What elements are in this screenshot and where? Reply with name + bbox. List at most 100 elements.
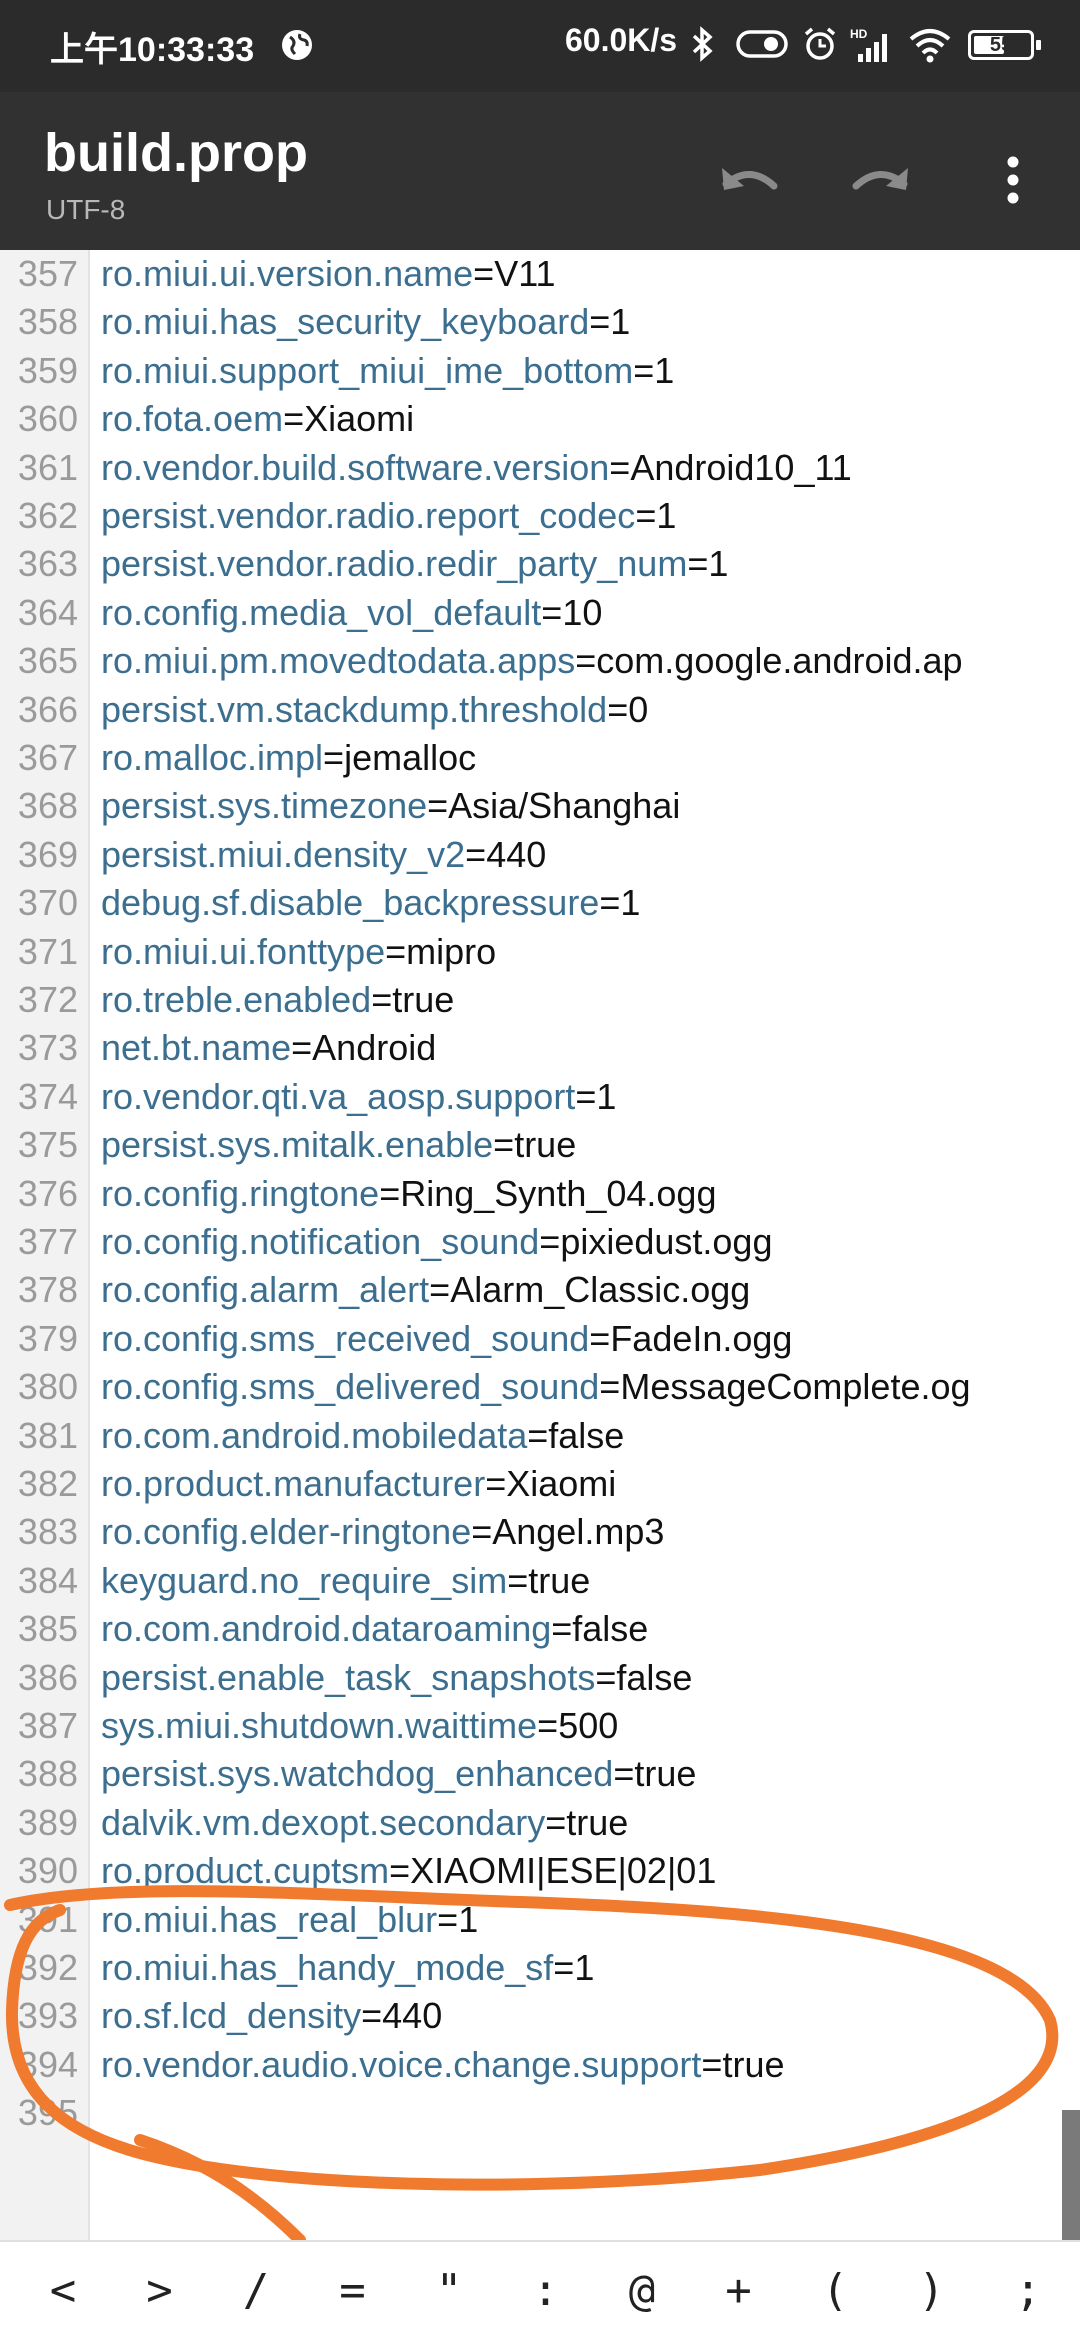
symbol-key[interactable]: ) [883, 2256, 981, 2326]
property-key: ro.miui.support_miui_ime_bottom [101, 349, 634, 391]
line-content[interactable]: ro.miui.pm.movedtodata.apps=com.google.a… [101, 637, 963, 685]
line-content[interactable]: ro.product.manufacturer=Xiaomi [101, 1460, 616, 1508]
code-line[interactable]: 387 sys.miui.shutdown.waittime=500 [0, 1702, 1080, 1750]
line-number: 387 [17, 1705, 78, 1746]
equals-sign: = [471, 1511, 493, 1553]
code-line[interactable]: 385 ro.com.android.dataroaming=false [0, 1605, 1080, 1653]
code-line[interactable]: 364 ro.config.media_vol_default=10 [0, 589, 1080, 637]
symbol-key[interactable]: + [690, 2256, 788, 2326]
line-content[interactable]: persist.vendor.radio.redir_party_num=1 [101, 540, 728, 588]
symbol-key[interactable]: @ [593, 2256, 691, 2326]
line-content[interactable]: ro.miui.ui.fonttype=mipro [101, 928, 496, 976]
property-key: ro.config.notification_sound [101, 1221, 540, 1262]
symbol-key[interactable]: " [400, 2256, 498, 2326]
line-content[interactable]: net.bt.name=Android [101, 1024, 436, 1072]
line-content[interactable]: ro.miui.ui.version.name=V11 [101, 250, 556, 298]
code-line[interactable]: 360 ro.fota.oem=Xiaomi [0, 395, 1080, 443]
property-value: 440 [486, 833, 547, 875]
code-line[interactable]: 384 keyguard.no_require_sim=true [0, 1557, 1080, 1605]
code-line[interactable]: 383 ro.config.elder-ringtone=Angel.mp3 [0, 1508, 1080, 1556]
hand-drawn-annotation [4, 1885, 1059, 2240]
code-line[interactable]: 381 ro.com.android.mobiledata=false [0, 1412, 1080, 1460]
code-line[interactable]: 372 ro.treble.enabled=true [0, 976, 1080, 1024]
line-content[interactable]: ro.vendor.build.software.version=Android… [101, 444, 852, 492]
symbol-key[interactable]: / [207, 2256, 305, 2326]
line-content[interactable]: ro.com.android.mobiledata=false [101, 1412, 624, 1460]
code-line[interactable]: 388 persist.sys.watchdog_enhanced=true [0, 1750, 1080, 1798]
line-content[interactable]: ro.config.alarm_alert=Alarm_Classic.ogg [101, 1266, 750, 1314]
alarm-icon [802, 26, 838, 66]
equals-sign: = [551, 1608, 573, 1650]
line-content[interactable]: ro.config.sms_delivered_sound=MessageCom… [101, 1363, 971, 1411]
property-value: Xiaomi [304, 398, 415, 440]
code-line[interactable]: 376 ro.config.ringtone=Ring_Synth_04.ogg [0, 1170, 1080, 1218]
redo-icon [848, 160, 912, 204]
code-line[interactable]: 357 ro.miui.ui.version.name=V11 [0, 250, 1080, 298]
symbol-key[interactable]: < [14, 2256, 112, 2326]
undo-icon [718, 160, 782, 204]
line-content[interactable]: ro.miui.support_miui_ime_bottom=1 [101, 347, 674, 395]
code-line[interactable]: 369 persist.miui.density_v2=440 [0, 831, 1080, 879]
line-content[interactable]: persist.sys.watchdog_enhanced=true [101, 1750, 696, 1798]
code-line[interactable]: 377 ro.config.notification_sound=pixiedus… [0, 1218, 1080, 1266]
line-content[interactable]: ro.malloc.impl=jemalloc [101, 734, 476, 782]
line-content[interactable]: persist.miui.density_v2=440 [101, 831, 546, 879]
code-line[interactable]: 375 persist.sys.mitalk.enable=true [0, 1121, 1080, 1169]
file-title: build.prop [44, 123, 308, 183]
line-content[interactable]: persist.vendor.radio.report_codec=1 [101, 492, 676, 540]
line-content[interactable]: ro.config.sms_received_sound=FadeIn.ogg [101, 1315, 792, 1363]
line-content[interactable]: ro.miui.has_security_keyboard=1 [101, 298, 630, 346]
code-line[interactable]: 362 persist.vendor.radio.report_codec=1 [0, 492, 1080, 540]
code-line[interactable]: 379 ro.config.sms_received_sound=FadeIn.o… [0, 1315, 1080, 1363]
symbol-key[interactable]: = [304, 2256, 402, 2326]
line-content[interactable]: persist.enable_task_snapshots=false [101, 1654, 692, 1702]
network-speed: 60.0K/s [565, 22, 678, 58]
code-line[interactable]: 370 debug.sf.disable_backpressure=1 [0, 879, 1080, 927]
undo-button[interactable] [710, 142, 790, 222]
code-line[interactable]: 361 ro.vendor.build.software.version=Andr… [0, 444, 1080, 492]
code-line[interactable]: 378 ro.config.alarm_alert=Alarm_Classic.o… [0, 1266, 1080, 1314]
property-value: Angel.mp3 [492, 1511, 665, 1553]
line-content[interactable]: ro.com.android.dataroaming=false [101, 1605, 648, 1653]
line-content[interactable]: ro.config.ringtone=Ring_Synth_04.ogg [101, 1170, 716, 1218]
symbol-key[interactable]: ( [786, 2256, 884, 2326]
symbol-key[interactable]: > [111, 2256, 209, 2326]
code-line[interactable]: 359 ro.miui.support_miui_ime_bottom=1 [0, 347, 1080, 395]
code-line[interactable]: 358 ro.miui.has_security_keyboard=1 [0, 298, 1080, 346]
property-value: 1 [708, 543, 729, 585]
code-line[interactable]: 363 persist.vendor.radio.redir_party_num=… [0, 540, 1080, 588]
line-content[interactable]: ro.config.elder-ringtone=Angel.mp3 [101, 1508, 664, 1556]
equals-sign: = [595, 1656, 617, 1698]
property-value: Asia/Shanghai [448, 785, 681, 827]
line-content[interactable]: ro.treble.enabled=true [101, 976, 454, 1024]
code-line[interactable]: 366 persist.vm.stackdump.threshold=0 [0, 686, 1080, 734]
more-options-button[interactable] [973, 142, 1053, 222]
line-number: 379 [17, 1317, 78, 1359]
property-value: 1 [596, 1075, 617, 1117]
line-content[interactable]: ro.config.notification_sound=pixiedust.o… [101, 1218, 772, 1266]
line-content[interactable]: ro.config.media_vol_default=10 [101, 589, 602, 637]
code-line[interactable]: 367 ro.malloc.impl=jemalloc [0, 734, 1080, 782]
code-line[interactable]: 382 ro.product.manufacturer=Xiaomi [0, 1460, 1080, 1508]
redo-button[interactable] [840, 142, 920, 222]
symbol-key[interactable]: ; [979, 2256, 1077, 2326]
line-content[interactable]: debug.sf.disable_backpressure=1 [101, 879, 640, 927]
line-content[interactable]: sys.miui.shutdown.waittime=500 [101, 1702, 618, 1750]
line-number: 360 [17, 398, 78, 440]
line-content[interactable]: persist.vm.stackdump.threshold=0 [101, 686, 648, 734]
line-content[interactable]: persist.sys.mitalk.enable=true [101, 1121, 576, 1169]
code-line[interactable]: 374 ro.vendor.qti.va_aosp.support=1 [0, 1073, 1080, 1121]
code-line[interactable]: 386 persist.enable_task_snapshots=false [0, 1654, 1080, 1702]
code-line[interactable]: 373 net.bt.name=Android [0, 1024, 1080, 1072]
symbol-key[interactable]: : [497, 2256, 595, 2326]
code-line[interactable]: 368 persist.sys.timezone=Asia/Shanghai [0, 782, 1080, 830]
property-key: ro.config.ringtone [101, 1172, 380, 1214]
line-content[interactable]: persist.sys.timezone=Asia/Shanghai [101, 782, 680, 830]
line-content[interactable]: keyguard.no_require_sim=true [101, 1557, 590, 1605]
line-content[interactable]: ro.vendor.qti.va_aosp.support=1 [101, 1073, 616, 1121]
code-line[interactable]: 371 ro.miui.ui.fonttype=mipro [0, 928, 1080, 976]
code-line[interactable]: 380 ro.config.sms_delivered_sound=Message… [0, 1363, 1080, 1411]
code-line[interactable]: 365 ro.miui.pm.movedtodata.apps=com.googl… [0, 637, 1080, 685]
line-content[interactable]: ro.fota.oem=Xiaomi [101, 395, 414, 443]
equals-sign: = [379, 1172, 401, 1214]
